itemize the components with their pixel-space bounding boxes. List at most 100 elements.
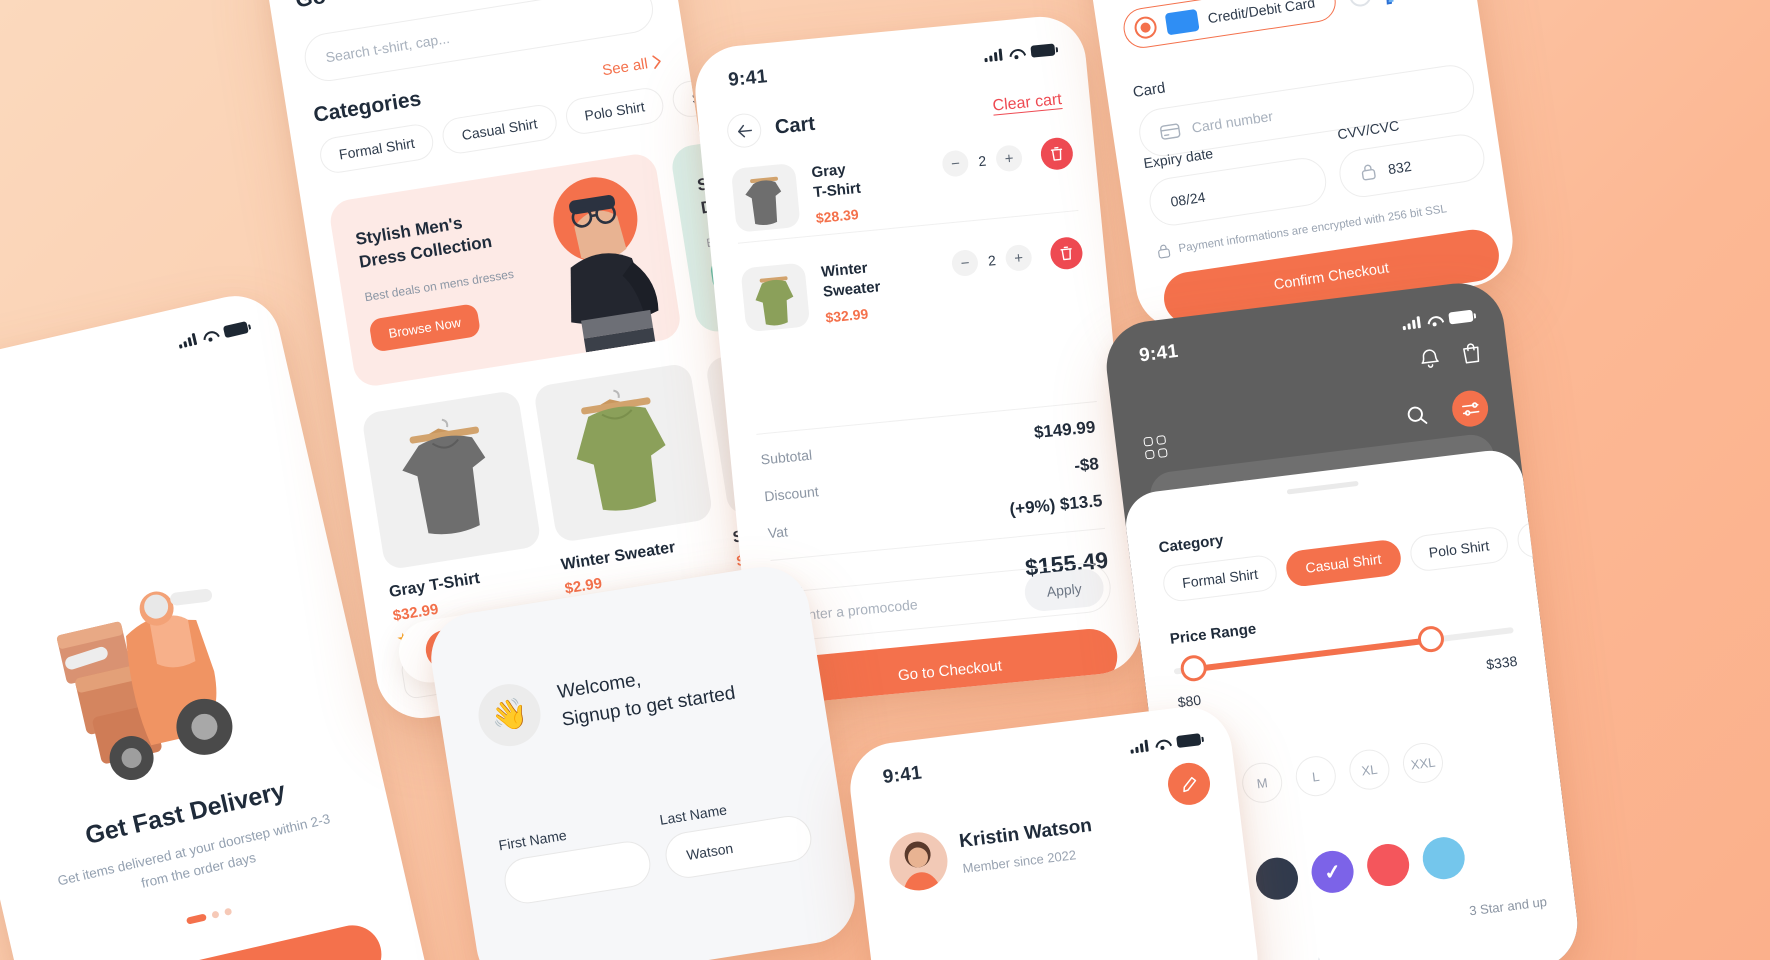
sliders-icon (1461, 401, 1479, 416)
summary-label: Subtotal (760, 446, 813, 468)
color-swatch[interactable] (1364, 841, 1412, 889)
edit-profile-button[interactable] (1165, 760, 1213, 808)
bell-icon[interactable] (1418, 346, 1441, 370)
greeting-text: Go (293, 0, 327, 13)
paypal-icon (1385, 0, 1406, 5)
showcase-canvas: 9:41 (0, 0, 1770, 960)
toolbar-right (1404, 388, 1491, 435)
filter-toggle-button[interactable] (1450, 388, 1491, 429)
page-title: Cart (773, 112, 816, 139)
summary-value: -$8 (1073, 454, 1100, 476)
arrow-left-icon (737, 124, 752, 137)
signup-screen: 👋 Welcome, Signup to get started First N… (424, 560, 862, 960)
sheet-grabber[interactable] (1286, 480, 1359, 495)
item-thumbnail (740, 262, 811, 333)
dot (211, 910, 220, 919)
bag-icon[interactable] (1460, 341, 1483, 365)
banner-title: Stylish Men's Dress Collection (354, 213, 494, 272)
wifi-icon (1009, 47, 1025, 59)
battery-icon (1448, 309, 1474, 325)
slider-knob-min[interactable] (1179, 653, 1209, 683)
radio-selected-icon[interactable] (1133, 15, 1159, 41)
profile-screen: 9:41 Kristin Watson Member since 2022 (845, 701, 1263, 960)
price-max-value: $338 (1485, 652, 1519, 673)
status-icons (1129, 733, 1202, 754)
pencil-icon (1182, 776, 1196, 792)
delete-item-button[interactable] (1039, 136, 1075, 172)
card-section-label: Card (1131, 79, 1167, 102)
back-button[interactable] (725, 112, 763, 150)
product-image (361, 389, 542, 571)
category-pill[interactable]: Casual Shirt (440, 102, 559, 156)
radio-unselected-icon[interactable] (1347, 0, 1373, 8)
item-info: Gray T-Shirt $28.39 (810, 151, 928, 226)
filter-header-icons (1418, 341, 1482, 370)
welcome-block: 👋 Welcome, Signup to get started (474, 649, 738, 751)
decrement-button[interactable]: − (950, 248, 980, 278)
cart-title-group: Cart (725, 107, 817, 150)
color-swatch[interactable] (1253, 855, 1301, 903)
cvv-field[interactable]: 832 (1336, 131, 1488, 201)
filter-category-pill-active[interactable]: Casual Shirt (1284, 538, 1403, 589)
filter-category-pill[interactable]: Polo Shirt (1407, 525, 1511, 573)
clear-cart-link[interactable]: Clear cart (992, 91, 1063, 116)
search-icon[interactable] (1405, 404, 1428, 426)
decrement-button[interactable]: − (941, 149, 970, 178)
increment-button[interactable]: + (994, 144, 1024, 173)
see-all-link[interactable]: See all (601, 53, 663, 79)
lock-icon (1361, 164, 1376, 181)
item-name: Gray T-Shirt (810, 161, 862, 201)
status-icons (984, 43, 1056, 63)
increment-button[interactable]: + (1004, 243, 1033, 273)
payment-method-alt[interactable] (1347, 0, 1413, 10)
item-info: Winter Sweater $32.99 (820, 250, 938, 325)
category-filter-list: Formal Shirt Casual Shirt Polo Shirt Lin… (1161, 516, 1583, 604)
cart-item-row: Gray T-Shirt $28.39 − 2 + (730, 136, 1078, 233)
filter-category-pill[interactable]: Ling (1515, 516, 1583, 560)
status-icons (1402, 309, 1474, 331)
grid-view-icon[interactable] (1143, 434, 1168, 460)
browse-now-button[interactable]: Browse Now (368, 303, 482, 353)
quantity-stepper[interactable]: − 2 + (938, 140, 1027, 181)
profile-since: Member since 2022 (961, 847, 1077, 877)
item-price: $32.99 (824, 305, 869, 326)
banner-subtitle: Best deals on mens dresses (363, 266, 515, 305)
color-swatch[interactable] (1420, 834, 1468, 882)
size-option[interactable]: XL (1347, 747, 1392, 792)
see-all-label: See all (600, 54, 649, 79)
status-bar: 9:41 (0, 287, 281, 430)
section-title: Categories (311, 87, 423, 127)
star-icon-empty[interactable]: ☆ (1284, 955, 1307, 960)
trash-icon (1060, 246, 1072, 261)
item-price: $28.39 (815, 206, 860, 227)
model-photo (553, 177, 659, 353)
promocode-placeholder: Enter a promocode (798, 596, 919, 624)
promo-banner[interactable]: Stylish Men's Dress Collection Best deal… (327, 151, 683, 389)
apply-button[interactable]: Apply (1023, 567, 1106, 613)
star-icon-empty[interactable]: ☆ (1308, 952, 1331, 960)
credit-card-icon (1164, 8, 1200, 36)
battery-icon (1176, 733, 1202, 749)
go-to-checkout-button[interactable]: Go to Checkout (779, 626, 1120, 708)
wifi-icon (1154, 737, 1170, 750)
color-swatch-selected[interactable] (1309, 848, 1356, 896)
category-pill[interactable]: Formal Shirt (317, 121, 436, 176)
product-image (532, 362, 714, 544)
payment-method-card[interactable]: Credit/Debit Card (1120, 0, 1339, 51)
quantity-stepper[interactable]: − 2 + (947, 240, 1037, 281)
cvv-value: 832 (1387, 157, 1413, 178)
filter-category-pill[interactable]: Formal Shirt (1161, 553, 1279, 604)
size-option[interactable]: L (1293, 753, 1339, 799)
category-pill[interactable]: Polo Shirt (562, 85, 667, 137)
summary-value: $149.99 (1033, 417, 1097, 443)
signal-icon (177, 332, 198, 349)
size-option[interactable]: M (1239, 760, 1285, 806)
battery-icon (1030, 43, 1056, 58)
card-number-placeholder: Card number (1190, 107, 1274, 136)
size-option[interactable]: XXL (1400, 740, 1446, 786)
rating-value: 3 Star and up (1468, 894, 1548, 919)
battery-icon (222, 321, 249, 339)
slider-knob-max[interactable] (1416, 624, 1446, 654)
wifi-icon (1427, 314, 1443, 327)
delete-item-button[interactable] (1048, 235, 1084, 271)
